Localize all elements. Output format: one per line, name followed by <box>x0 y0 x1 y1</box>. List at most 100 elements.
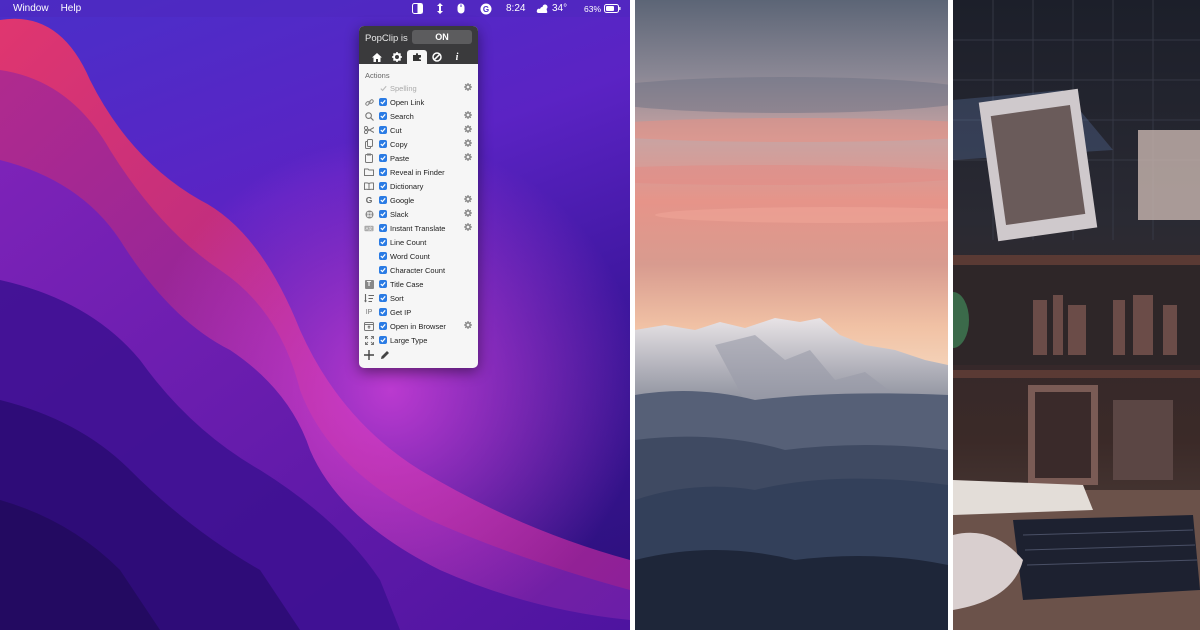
checkbox-checked[interactable] <box>379 238 387 246</box>
checkbox-checked[interactable] <box>379 196 387 204</box>
ip-icon: IP <box>364 307 374 317</box>
info-icon[interactable]: i <box>447 50 467 64</box>
puzzle-icon[interactable] <box>407 50 427 64</box>
action-label: Character Count <box>390 265 446 275</box>
cloud-sun-icon[interactable] <box>536 4 550 17</box>
action-label: Get IP <box>390 307 412 317</box>
action-label: Search <box>390 111 414 121</box>
sort-icon <box>364 293 374 303</box>
action-row-slack: Slack <box>359 207 478 221</box>
mouse-icon[interactable] <box>457 3 465 17</box>
checkbox-checked[interactable] <box>379 140 387 148</box>
vertical-arrows-icon[interactable] <box>436 3 444 17</box>
action-settings-gear-icon[interactable] <box>464 83 472 93</box>
battery-percent: 63% <box>584 3 602 14</box>
expand-icon <box>364 335 374 345</box>
action-label: Slack <box>390 209 409 219</box>
title-case-letter: T <box>364 279 374 289</box>
checkbox-checked[interactable] <box>379 252 387 260</box>
checkbox-checked[interactable] <box>379 266 387 274</box>
mountain-sunset-photo <box>635 0 948 630</box>
checkbox-checked[interactable] <box>379 98 387 106</box>
link-icon <box>364 97 374 107</box>
action-settings-gear-icon[interactable] <box>464 321 472 331</box>
grammarly-icon[interactable]: G <box>480 3 492 18</box>
popclip-popover: PopClip is ON i Actions Spelling Open Li… <box>359 26 478 368</box>
checkbox-checked[interactable] <box>379 224 387 232</box>
scissors-icon <box>364 125 374 135</box>
action-row-search: Search <box>359 109 478 123</box>
checkbox-checked[interactable] <box>379 154 387 162</box>
add-icon[interactable] <box>364 350 374 363</box>
macos-desktop-panel: Window Help G 8:24 34° 63% PopClip is ON <box>0 0 630 630</box>
pencil-icon[interactable] <box>380 350 390 363</box>
ip-letters: IP <box>365 308 373 316</box>
studio-scene <box>953 0 1200 630</box>
action-row-sort: Sort <box>359 291 478 305</box>
checkbox-checked[interactable] <box>379 294 387 302</box>
google-letter: G <box>365 195 373 205</box>
mountain-landscape <box>635 77 948 630</box>
title-case-icon: T <box>364 279 374 289</box>
clock[interactable]: 8:24 <box>506 0 525 17</box>
popclip-on-toggle[interactable]: ON <box>412 30 472 44</box>
copy-icon <box>364 139 374 149</box>
google-icon: G <box>364 195 374 205</box>
gear-icon[interactable] <box>387 50 407 64</box>
svg-text:G: G <box>483 5 489 14</box>
action-settings-gear-icon[interactable] <box>464 139 472 149</box>
action-label: Open in Browser <box>390 321 446 331</box>
popclip-actions-body: Actions Spelling Open Link Search Cut Copy Pa… <box>359 64 478 347</box>
menu-window[interactable]: Window <box>13 3 49 14</box>
weather-temp[interactable]: 34° <box>552 0 567 17</box>
checkbox-checked[interactable] <box>379 210 387 218</box>
action-row-open-in-browser: Open in Browser <box>359 319 478 333</box>
action-row-word-count: Word Count <box>359 249 478 263</box>
menu-help[interactable]: Help <box>61 3 82 14</box>
popclip-menu-icon[interactable] <box>412 3 423 17</box>
action-row-paste: Paste <box>359 151 478 165</box>
blocked-icon[interactable] <box>427 50 447 64</box>
checkbox-checked[interactable] <box>379 308 387 316</box>
checkbox-checked[interactable] <box>379 322 387 330</box>
checkmark-icon[interactable] <box>379 84 387 92</box>
home-icon[interactable] <box>367 50 387 64</box>
action-row-google: G Google <box>359 193 478 207</box>
action-label: Spelling <box>390 83 417 93</box>
action-label: Cut <box>390 125 402 135</box>
popclip-tabs: i <box>367 50 467 64</box>
slack-icon <box>364 209 374 219</box>
translate-icon: A文 <box>364 223 374 233</box>
checkbox-checked[interactable] <box>379 168 387 176</box>
action-row-line-count: Line Count <box>359 235 478 249</box>
checkbox-checked[interactable] <box>379 112 387 120</box>
action-row-dictionary: Dictionary <box>359 179 478 193</box>
action-settings-gear-icon[interactable] <box>464 223 472 233</box>
action-settings-gear-icon[interactable] <box>464 153 472 163</box>
action-label: Google <box>390 195 415 205</box>
book-icon <box>364 181 374 191</box>
action-row-cut: Cut <box>359 123 478 137</box>
checkbox-checked[interactable] <box>379 336 387 344</box>
action-row-reveal-in-finder: Reveal in Finder <box>359 165 478 179</box>
paste-icon <box>364 153 374 163</box>
action-row-instant-translate: A文 Instant Translate <box>359 221 478 235</box>
menu-bar: Window Help G 8:24 34° 63% <box>0 0 630 17</box>
folder-icon <box>364 167 374 177</box>
popclip-header: PopClip is ON i <box>359 26 478 64</box>
checkbox-checked[interactable] <box>379 182 387 190</box>
action-settings-gear-icon[interactable] <box>464 195 472 205</box>
spelling-check-icon <box>364 83 374 93</box>
action-settings-gear-icon[interactable] <box>464 111 472 121</box>
action-settings-gear-icon[interactable] <box>464 209 472 219</box>
browser-icon <box>364 321 374 331</box>
battery-icon[interactable] <box>604 4 621 16</box>
action-settings-gear-icon[interactable] <box>464 125 472 135</box>
popclip-footer <box>364 350 390 363</box>
checkbox-checked[interactable] <box>379 280 387 288</box>
action-label: Dictionary <box>390 181 424 191</box>
monterey-wallpaper <box>0 0 630 630</box>
checkbox-checked[interactable] <box>379 126 387 134</box>
action-row-spelling: Spelling <box>359 81 478 95</box>
action-label: Line Count <box>390 237 427 247</box>
